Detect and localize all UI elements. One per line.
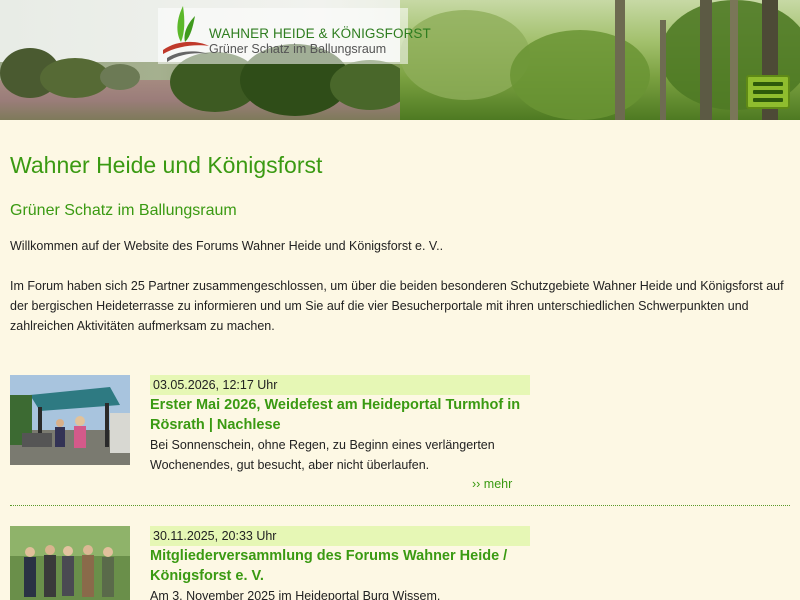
banner-tree: [330, 60, 410, 110]
banner-trunk: [660, 20, 666, 120]
hamburger-menu-icon-bar: [753, 90, 783, 94]
news-date: 30.11.2025, 20:33 Uhr: [150, 526, 530, 546]
banner-tree: [400, 10, 530, 100]
banner-trunk: [730, 0, 738, 120]
page-subtitle: Grüner Schatz im Ballungsraum: [10, 202, 237, 219]
page-title: Wahner Heide und Königsforst: [10, 152, 323, 178]
news-date: 03.05.2026, 12:17 Uhr: [150, 375, 530, 395]
news-separator: [10, 505, 790, 506]
news-image-weidefest[interactable]: [10, 375, 130, 465]
news-title-link[interactable]: Erster Mai 2026, Weidefest am Heideporta…: [150, 395, 530, 435]
logo-title[interactable]: WAHNER HEIDE & KÖNIGSFORST: [209, 26, 431, 41]
news-title-link[interactable]: Mitgliederversammlung des Forums Wahner …: [150, 546, 530, 586]
banner-tree: [100, 64, 140, 90]
news-item: 03.05.2026, 12:17 Uhr Erster Mai 2026, W…: [10, 375, 790, 505]
banner-tree: [510, 30, 650, 120]
banner-trunk: [700, 0, 712, 120]
header-banner: WAHNER HEIDE & KÖNIGSFORST Grüner Schatz…: [0, 0, 800, 120]
hamburger-menu-icon-bar: [753, 98, 783, 102]
intro-text: Willkommen auf der Website des Forums Wa…: [10, 236, 790, 356]
news-image-mitgliederversammlung[interactable]: [10, 526, 130, 600]
news-more-link[interactable]: ›› mehr: [472, 477, 512, 491]
news-teaser: Am 3. November 2025 im Heideportal Burg …: [150, 589, 441, 600]
news-teaser: Bei Sonnenschein, ohne Regen, zu Beginn …: [150, 438, 495, 472]
intro-description: Im Forum haben sich 25 Partner zusammeng…: [10, 279, 784, 333]
banner-forest: [400, 0, 800, 120]
banner-trunk: [615, 0, 625, 120]
intro-welcome: Willkommen auf der Website des Forums Wa…: [10, 239, 444, 253]
logo-leaf-icon[interactable]: [163, 6, 209, 64]
menu-button[interactable]: [746, 75, 790, 109]
logo-subtitle: Grüner Schatz im Ballungsraum: [209, 42, 387, 56]
hamburger-menu-icon: [753, 82, 783, 86]
news-item: 30.11.2025, 20:33 Uhr Mitgliederversamml…: [10, 526, 790, 600]
